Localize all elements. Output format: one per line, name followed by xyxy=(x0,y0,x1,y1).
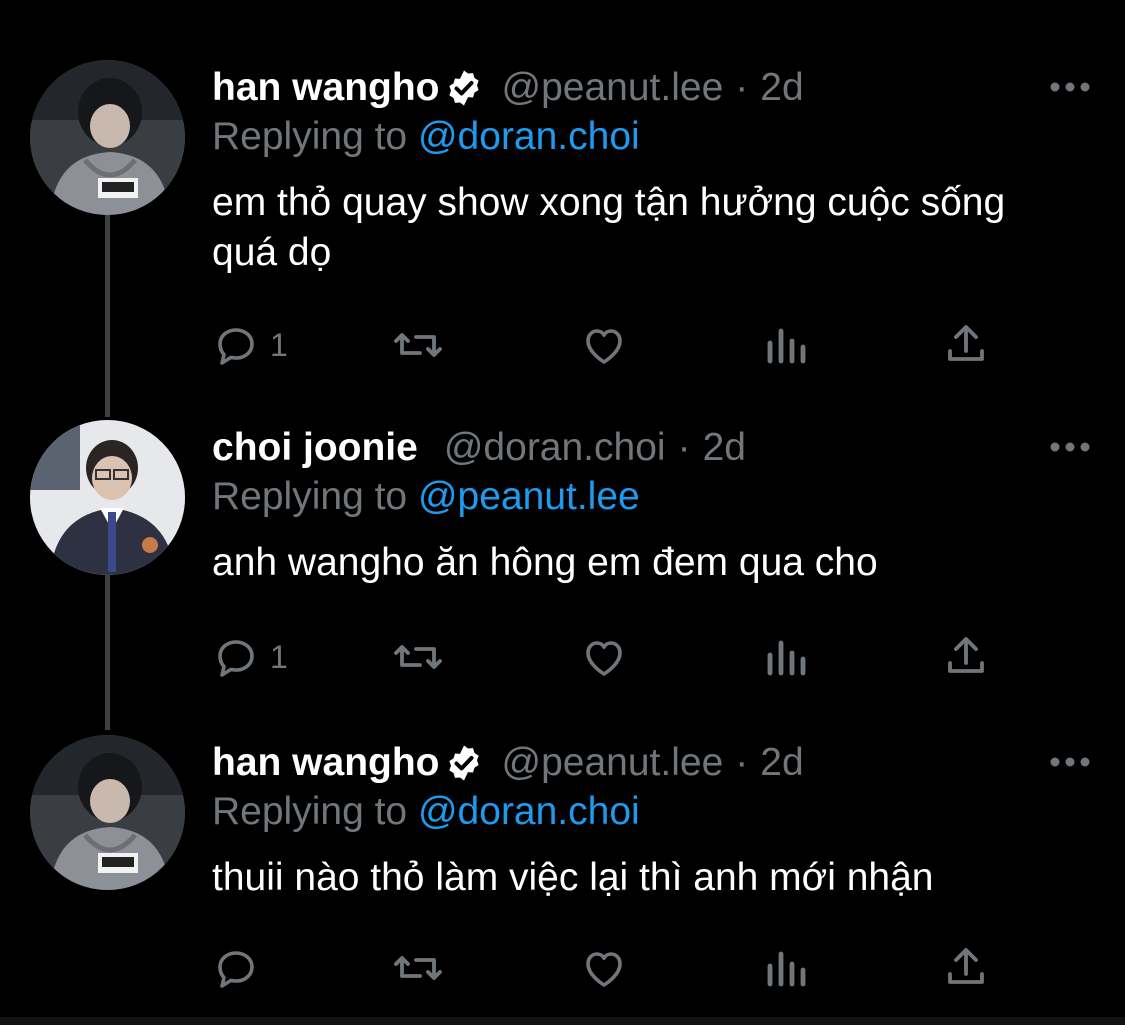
tweet-header: choi joonie @doran.choi · 2d xyxy=(212,420,1085,476)
like-button[interactable] xyxy=(580,943,628,993)
share-icon xyxy=(948,325,984,361)
action-bar: 1 xyxy=(212,632,1002,682)
like-button[interactable] xyxy=(580,320,628,370)
share-icon xyxy=(948,637,984,673)
replying-to-label: Replying to xyxy=(212,475,408,518)
like-icon xyxy=(586,641,622,676)
display-name[interactable]: han wangho xyxy=(212,66,440,110)
reply-count: 1 xyxy=(270,326,288,363)
views-button[interactable] xyxy=(764,632,808,682)
reply-icon xyxy=(218,640,254,677)
avatar-image xyxy=(30,735,185,890)
like-button[interactable] xyxy=(580,632,628,682)
replying-to: Replying to @doran.choi xyxy=(212,112,1085,162)
views-icon xyxy=(767,640,806,676)
tweet-text: em thỏ quay show xong tận hưởng cuộc sốn… xyxy=(212,181,1006,274)
action-bar: 1 xyxy=(212,320,1002,370)
conversation-thread: han wangho @peanut.lee · 2d Replying to … xyxy=(0,0,1125,1025)
retweet-icon xyxy=(394,333,442,357)
views-button[interactable] xyxy=(764,943,808,993)
views-icon xyxy=(767,328,806,364)
mention-link[interactable]: @doran.choi xyxy=(418,115,640,158)
share-button[interactable] xyxy=(942,943,990,993)
verified-badge-icon xyxy=(444,68,484,108)
reply-button[interactable]: 1 xyxy=(212,632,288,682)
more-options-icon[interactable] xyxy=(1045,72,1095,102)
avatar[interactable] xyxy=(30,735,185,890)
reply-button[interactable] xyxy=(212,943,270,993)
retweet-icon xyxy=(394,645,442,669)
share-button[interactable] xyxy=(942,632,990,682)
reply-icon xyxy=(218,328,254,365)
avatar-image xyxy=(30,60,185,215)
replying-to: Replying to @doran.choi xyxy=(212,787,1085,837)
share-button[interactable] xyxy=(942,320,990,370)
retweet-button[interactable] xyxy=(392,943,444,993)
tweet-header: han wangho @peanut.lee · 2d xyxy=(212,60,1085,116)
handle[interactable]: @peanut.lee xyxy=(502,741,724,785)
more-options-icon[interactable] xyxy=(1045,432,1095,462)
reply-count: 1 xyxy=(270,638,288,675)
avatar[interactable] xyxy=(30,420,185,575)
more-options-icon[interactable] xyxy=(1045,747,1095,777)
tweet-header: han wangho @peanut.lee · 2d xyxy=(212,735,1085,791)
replying-to-label: Replying to xyxy=(212,790,408,833)
retweet-button[interactable] xyxy=(392,320,444,370)
handle[interactable]: @peanut.lee xyxy=(502,66,724,110)
display-name[interactable]: choi joonie xyxy=(212,426,418,470)
separator-dot: · xyxy=(735,741,749,784)
views-button[interactable] xyxy=(764,320,808,370)
handle[interactable]: @doran.choi xyxy=(444,426,666,470)
replying-to-label: Replying to xyxy=(212,115,408,158)
verified-badge-icon xyxy=(444,743,484,783)
tweet-text: anh wangho ăn hông em đem qua cho xyxy=(212,541,878,584)
action-bar xyxy=(212,943,1002,993)
timestamp[interactable]: 2d xyxy=(760,741,803,785)
avatar[interactable] xyxy=(30,60,185,215)
reply-icon xyxy=(218,951,254,988)
timestamp[interactable]: 2d xyxy=(703,426,746,470)
tweet-text: thuii nào thỏ làm việc lại thì anh mới n… xyxy=(212,856,934,899)
display-name[interactable]: han wangho xyxy=(212,741,440,785)
replying-to: Replying to @peanut.lee xyxy=(212,472,1085,522)
share-icon xyxy=(948,948,984,984)
mention-link[interactable]: @doran.choi xyxy=(418,790,640,833)
timestamp[interactable]: 2d xyxy=(760,66,803,110)
like-icon xyxy=(586,952,622,987)
like-icon xyxy=(586,329,622,364)
avatar-image xyxy=(30,420,185,575)
separator-dot: · xyxy=(677,426,691,469)
retweet-button[interactable] xyxy=(392,632,444,682)
bottom-divider xyxy=(0,1017,1125,1025)
mention-link[interactable]: @peanut.lee xyxy=(418,475,640,518)
retweet-icon xyxy=(394,956,442,980)
reply-button[interactable]: 1 xyxy=(212,320,288,370)
views-icon xyxy=(767,951,806,987)
separator-dot: · xyxy=(735,66,749,109)
